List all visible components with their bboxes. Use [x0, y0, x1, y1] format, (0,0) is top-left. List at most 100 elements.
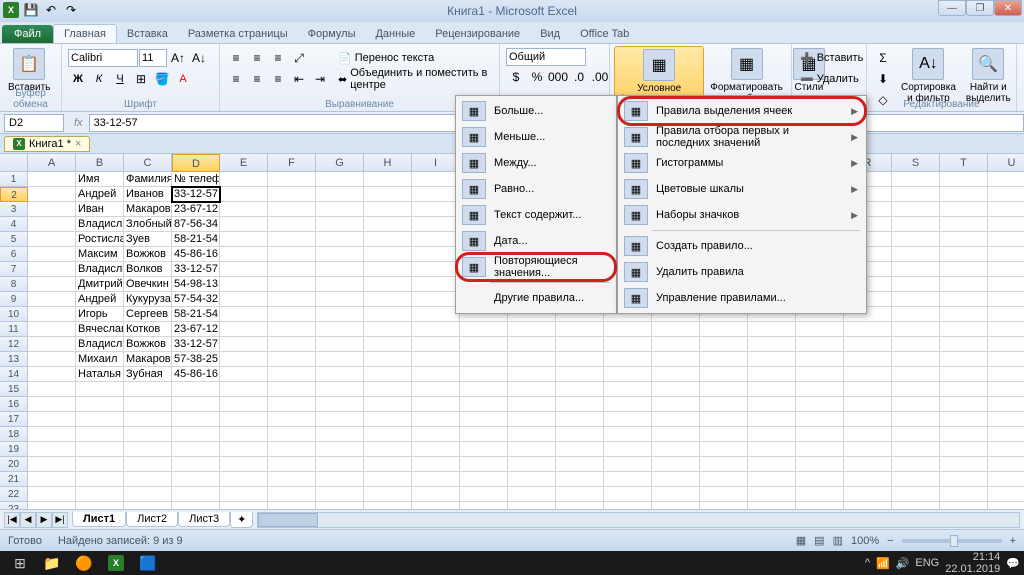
cell[interactable]	[508, 322, 556, 337]
autosum-icon[interactable]: Σ	[873, 48, 893, 68]
cell[interactable]	[316, 187, 364, 202]
cell[interactable]: 45-86-16	[172, 247, 220, 262]
cell[interactable]	[796, 457, 844, 472]
cell[interactable]	[76, 427, 124, 442]
cell[interactable]	[412, 427, 460, 442]
cell[interactable]	[988, 307, 1024, 322]
cell[interactable]: Овечкин	[124, 277, 172, 292]
column-header[interactable]: G	[316, 154, 364, 172]
cell[interactable]	[412, 457, 460, 472]
cell[interactable]	[76, 472, 124, 487]
cell[interactable]	[220, 352, 268, 367]
tab-review[interactable]: Рецензирование	[425, 25, 530, 43]
zoom-slider[interactable]	[902, 539, 1002, 543]
cell[interactable]	[460, 322, 508, 337]
cell[interactable]	[556, 382, 604, 397]
cell[interactable]	[220, 217, 268, 232]
cell[interactable]	[844, 427, 892, 442]
cell[interactable]	[844, 487, 892, 502]
comma-icon[interactable]: 000	[548, 67, 568, 87]
cell[interactable]	[796, 412, 844, 427]
cell[interactable]	[748, 487, 796, 502]
menu-item[interactable]: ▦Равно...	[458, 176, 614, 202]
cell[interactable]	[316, 442, 364, 457]
cell[interactable]	[412, 277, 460, 292]
cell[interactable]	[364, 277, 412, 292]
cell[interactable]	[412, 487, 460, 502]
cell[interactable]	[508, 457, 556, 472]
cell[interactable]	[460, 412, 508, 427]
save-icon[interactable]: 💾	[22, 2, 40, 18]
cell[interactable]	[364, 487, 412, 502]
cell[interactable]	[508, 487, 556, 502]
cell[interactable]	[316, 457, 364, 472]
cell[interactable]	[220, 292, 268, 307]
cell[interactable]: Михаил	[76, 352, 124, 367]
cell[interactable]	[748, 352, 796, 367]
cell[interactable]	[220, 487, 268, 502]
cell[interactable]	[28, 352, 76, 367]
menu-item[interactable]: ▦Между...	[458, 150, 614, 176]
tab-data[interactable]: Данные	[365, 25, 425, 43]
sheet-tab-3[interactable]: Лист3	[178, 512, 230, 527]
cell[interactable]: Злобный	[124, 217, 172, 232]
cell[interactable]: Владисла	[76, 217, 124, 232]
cell[interactable]	[364, 217, 412, 232]
currency-icon[interactable]: $	[506, 67, 526, 87]
cell[interactable]	[124, 487, 172, 502]
cell[interactable]: 58-21-54	[172, 307, 220, 322]
cell[interactable]	[988, 217, 1024, 232]
view-pagebreak-icon[interactable]: ▥	[833, 534, 843, 547]
column-header[interactable]: U	[988, 154, 1024, 172]
cell[interactable]	[556, 367, 604, 382]
cell[interactable]	[28, 487, 76, 502]
cell[interactable]	[316, 412, 364, 427]
cell[interactable]	[364, 352, 412, 367]
row-header[interactable]: 13	[0, 352, 28, 367]
zoom-out-button[interactable]: −	[887, 535, 893, 547]
cell[interactable]	[28, 307, 76, 322]
cell[interactable]	[700, 397, 748, 412]
cell[interactable]	[892, 412, 940, 427]
cell[interactable]: Владисла	[76, 262, 124, 277]
cell[interactable]	[316, 247, 364, 262]
underline-icon[interactable]: Ч	[110, 69, 130, 89]
cell[interactable]	[748, 367, 796, 382]
workbook-tab[interactable]: X Книга1 * ×	[4, 136, 90, 152]
cell[interactable]	[940, 202, 988, 217]
cell[interactable]	[700, 322, 748, 337]
cell[interactable]	[28, 382, 76, 397]
cell[interactable]	[748, 397, 796, 412]
cell[interactable]	[844, 472, 892, 487]
tray-notifications-icon[interactable]: 💬	[1006, 557, 1020, 570]
cell[interactable]	[748, 457, 796, 472]
cell[interactable]	[700, 487, 748, 502]
align-left-icon[interactable]: ≡	[226, 69, 246, 89]
cell[interactable]	[268, 457, 316, 472]
cell[interactable]: 57-38-25	[172, 352, 220, 367]
cell[interactable]	[700, 457, 748, 472]
shrink-font-icon[interactable]: A↓	[189, 48, 209, 68]
row-header[interactable]: 12	[0, 337, 28, 352]
cell[interactable]	[268, 187, 316, 202]
row-header[interactable]: 15	[0, 382, 28, 397]
column-header[interactable]: T	[940, 154, 988, 172]
tab-view[interactable]: Вид	[530, 25, 570, 43]
font-name-select[interactable]	[68, 49, 138, 67]
cell[interactable]	[172, 427, 220, 442]
font-size-select[interactable]	[139, 49, 167, 67]
cell[interactable]: Наталья	[76, 367, 124, 382]
cell[interactable]	[940, 172, 988, 187]
row-header[interactable]: 7	[0, 262, 28, 277]
cell[interactable]	[364, 187, 412, 202]
cell[interactable]	[844, 367, 892, 382]
cell[interactable]	[412, 322, 460, 337]
cell[interactable]	[940, 232, 988, 247]
select-all-corner[interactable]	[0, 154, 28, 172]
cell[interactable]	[28, 202, 76, 217]
fill-icon[interactable]: ⬇	[873, 69, 893, 89]
cell[interactable]	[412, 397, 460, 412]
cell[interactable]	[220, 187, 268, 202]
cell[interactable]: Кукуруза	[124, 292, 172, 307]
cell[interactable]	[748, 472, 796, 487]
